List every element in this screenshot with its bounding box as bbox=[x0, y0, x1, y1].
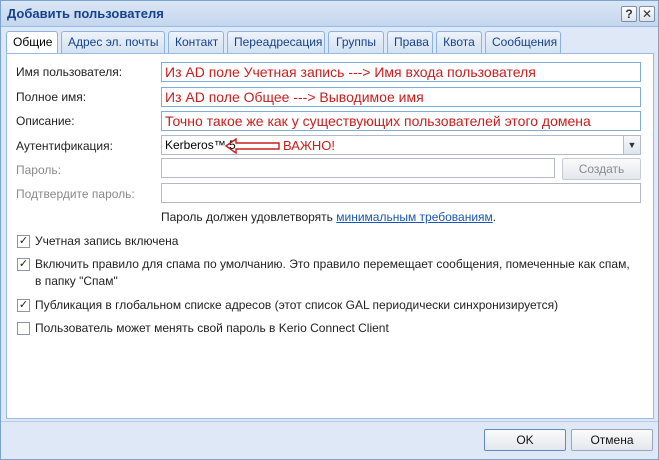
fullname-label: Полное имя: bbox=[16, 90, 87, 104]
arrow-left-icon bbox=[225, 138, 280, 154]
footer-divider bbox=[1, 421, 658, 422]
tab-forwarding[interactable]: Переадресация bbox=[227, 31, 325, 53]
help-icon[interactable]: ? bbox=[621, 6, 637, 22]
create-password-button[interactable]: Создать bbox=[562, 158, 641, 180]
description-input[interactable]: Точно такое же как у существующих пользо… bbox=[161, 111, 641, 131]
chevron-down-icon[interactable]: ▼ bbox=[623, 136, 640, 154]
tab-messages[interactable]: Сообщения bbox=[485, 31, 561, 53]
password-hint-text: Пароль должен удовлетворять bbox=[161, 210, 337, 224]
cancel-button[interactable]: Отмена bbox=[571, 429, 653, 451]
fullname-input[interactable]: Из AD поле Общее ---> Выводимое имя bbox=[161, 87, 641, 107]
add-user-dialog: Добавить пользователя ? ✕ Общие Адрес эл… bbox=[0, 0, 659, 460]
tab-groups[interactable]: Группы bbox=[328, 31, 384, 53]
password-label: Пароль: bbox=[16, 163, 61, 177]
ok-button[interactable]: OK bbox=[484, 429, 566, 451]
password-hint: Пароль должен удовлетворять минимальным … bbox=[161, 210, 496, 224]
spam-rule-checkbox[interactable]: ✓ bbox=[17, 258, 30, 271]
title-bar[interactable]: Добавить пользователя ? ✕ bbox=[1, 1, 658, 27]
account-enabled-label: Учетная запись включена bbox=[35, 234, 179, 248]
tab-strip: Общие Адрес эл. почты Контакт Переадреса… bbox=[6, 31, 654, 54]
requirements-link[interactable]: минимальным требованиям bbox=[336, 210, 493, 224]
change-password-label: Пользователь может менять свой пароль в … bbox=[35, 321, 389, 335]
general-panel: Имя пользователя: Из AD поле Учетная зап… bbox=[6, 53, 654, 419]
tab-general[interactable]: Общие bbox=[6, 31, 58, 54]
auth-label: Аутентификация: bbox=[16, 139, 113, 153]
tab-contact[interactable]: Контакт bbox=[168, 31, 224, 53]
description-label: Описание: bbox=[16, 114, 75, 128]
gal-publish-checkbox[interactable]: ✓ bbox=[17, 299, 30, 312]
tab-email-address[interactable]: Адрес эл. почты bbox=[61, 31, 165, 53]
password-input[interactable] bbox=[161, 158, 555, 178]
auth-annotation: ВАЖНО! bbox=[283, 138, 336, 153]
account-enabled-checkbox[interactable]: ✓ bbox=[17, 235, 30, 248]
username-input[interactable]: Из AD поле Учетная запись ---> Имя входа… bbox=[161, 62, 641, 82]
dialog-title: Добавить пользователя bbox=[7, 6, 164, 21]
tab-rights[interactable]: Права bbox=[387, 31, 433, 53]
confirm-password-label: Подтвердите пароль: bbox=[16, 187, 135, 201]
confirm-password-input[interactable] bbox=[161, 183, 641, 203]
tab-quota[interactable]: Квота bbox=[436, 31, 482, 53]
password-hint-end: . bbox=[492, 210, 497, 224]
spam-rule-label: Включить правило для спама по умолчанию.… bbox=[35, 257, 630, 288]
username-label: Имя пользователя: bbox=[16, 65, 123, 79]
gal-publish-label: Публикация в глобальном списке адресов (… bbox=[35, 298, 559, 312]
change-password-checkbox[interactable] bbox=[17, 322, 30, 335]
close-icon[interactable]: ✕ bbox=[639, 6, 655, 22]
